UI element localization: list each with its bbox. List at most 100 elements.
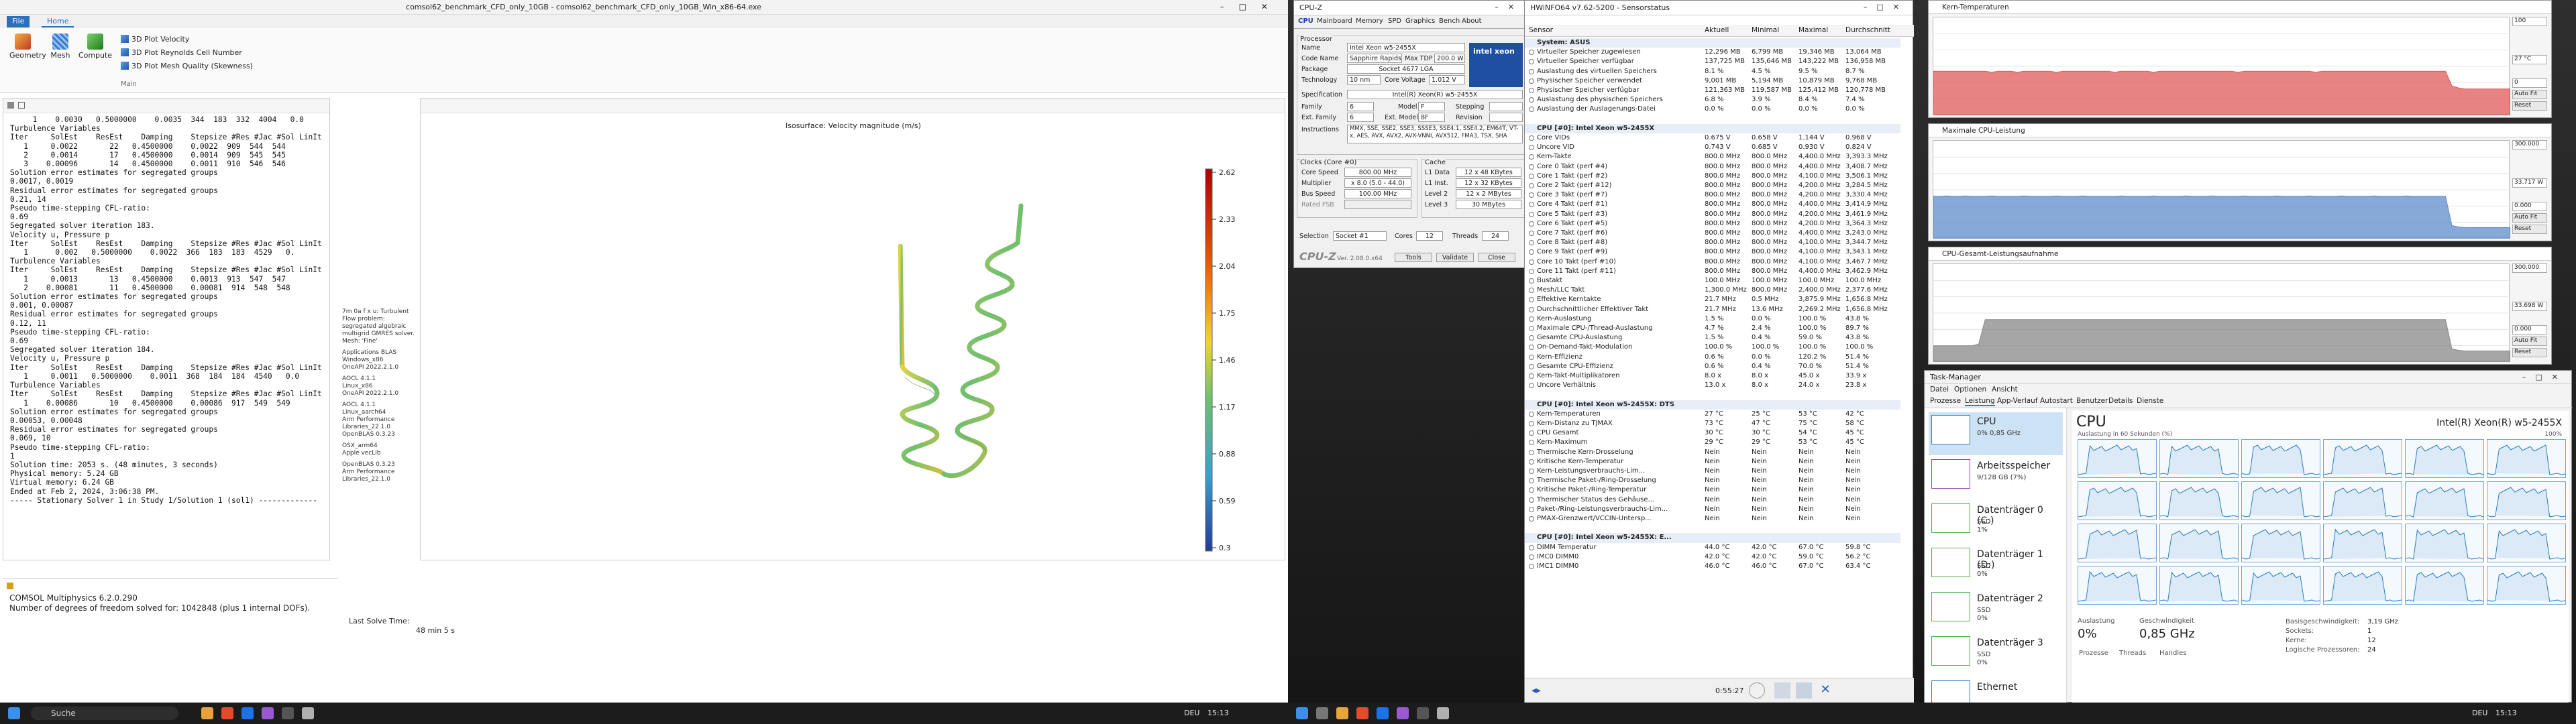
sensor-row[interactable]: Core 7 Takt (perf #6) 800.0 MHz 800.0 MHz 4… xyxy=(1525,229,1900,238)
resource-item[interactable]: Datenträger 0 (C:) SSD 1% xyxy=(1929,501,2063,544)
sensor-row[interactable]: Core VIDs 0.675 V 0.658 V 1.144 V 0.968 V xyxy=(1525,133,1900,143)
menu-options[interactable]: Optionen xyxy=(1954,385,1986,394)
col-max[interactable]: Maximal xyxy=(1799,26,1828,34)
sensor-row[interactable]: Kritische Paket-/Ring-Temperatur Nein Nein… xyxy=(1525,485,1900,495)
sensor-row[interactable]: Durchschnittlicher Effektiver Takt 21.7 M… xyxy=(1525,305,1900,314)
tab-memory[interactable]: Memory xyxy=(1356,17,1383,25)
sensor-row[interactable]: Virtueller Speicher verfügbar 137,725 MB 1… xyxy=(1525,57,1900,66)
sensor-row[interactable]: Kern-Leistungsverbrauchs-Lim... Nein Nein N… xyxy=(1525,467,1900,476)
socket-select[interactable]: Socket #1 xyxy=(1333,231,1387,241)
sensor-row[interactable]: Auslastung des virtuellen Speichers 8.1 %… xyxy=(1525,67,1900,76)
resource-item[interactable]: Arbeitsspeicher 9/128 GB (7%) xyxy=(1929,457,2063,499)
plot-mesh-quality-item[interactable]: 3D Plot Mesh Quality (Skewness) xyxy=(121,62,253,72)
auto-fit-button[interactable]: Auto Fit xyxy=(2512,213,2547,223)
sensor-row[interactable]: Core 10 Takt (perf #10) 800.0 MHz 800.0 MH… xyxy=(1525,257,1900,267)
sensor-row[interactable]: Core 2 Takt (perf #12) 800.0 MHz 800.0 MHz… xyxy=(1525,181,1900,190)
col-sensor[interactable]: Sensor xyxy=(1529,26,1553,34)
app-icon[interactable] xyxy=(1356,707,1368,719)
sensor-row[interactable]: CPU Gesamt 30 °C 30 °C 54 °C 45 °C xyxy=(1525,428,1900,438)
clear-log-icon[interactable] xyxy=(7,102,14,109)
geometry-button[interactable]: Geometry xyxy=(9,34,46,60)
col-avg[interactable]: Durchschnitt xyxy=(1845,26,1890,34)
app-icon[interactable] xyxy=(1417,707,1429,719)
windows-start-icon[interactable] xyxy=(1296,707,1308,719)
sensor-row[interactable]: Core 4 Takt (perf #1) 800.0 MHz 800.0 MHz 4… xyxy=(1525,200,1900,209)
reset-button[interactable]: Reset xyxy=(2512,225,2547,234)
tab-home[interactable]: Home xyxy=(42,16,74,27)
sensor-row[interactable]: Uncore VID 0.743 V 0.685 V 0.930 V 0.824 V xyxy=(1525,143,1900,152)
sensor-row[interactable]: Thermischer Status des Gehäuse... Nein Nei… xyxy=(1525,495,1900,505)
app-icon[interactable] xyxy=(282,707,294,719)
auto-fit-button[interactable]: Auto Fit xyxy=(2512,90,2547,99)
sensor-row[interactable]: Kern-Distanz zu TJMAX 73 °C 47 °C 75 °C 58 °… xyxy=(1525,419,1900,428)
sensor-row[interactable]: Kritische Kern-Temperatur Nein Nein Nein Nei… xyxy=(1525,457,1900,467)
language-indicator[interactable]: DEU xyxy=(2472,709,2487,717)
sensor-row[interactable]: Mesh/LLC Takt 1,300.0 MHz 800.0 MHz 2,400.0… xyxy=(1525,286,1900,295)
sensor-row[interactable]: Core 1 Takt (perf #2) 800.0 MHz 800.0 MHz 4… xyxy=(1525,172,1900,181)
language-indicator[interactable]: DEU xyxy=(1184,709,1199,717)
sensor-row[interactable]: Bustakt 100.0 MHz 100.0 MHz 100.0 MHz 100.0 … xyxy=(1525,276,1900,286)
sensor-row[interactable]: Kern-Temperaturen 27 °C 25 °C 53 °C 42 °C xyxy=(1525,410,1900,419)
sensor-row[interactable]: Thermische Kern-Drosselung Nein Nein Nein Ne… xyxy=(1525,448,1900,457)
col-current[interactable]: Aktuell xyxy=(1705,26,1729,34)
window-controls[interactable]: –✕ xyxy=(1495,3,1523,11)
sensor-group-header[interactable]: CPU [#0]: Intel Xeon w5-2455X: DTS xyxy=(1525,400,1900,410)
sensor-row[interactable]: IMC1 DIMM0 46.0 °C 46.0 °C 67.0 °C 63.4 °C xyxy=(1525,562,1900,571)
sensor-row[interactable]: Physischer Speicher verwendet 9,001 MB 5,1… xyxy=(1525,76,1900,86)
sensor-row[interactable]: Auslastung der Auslagerungs-Datei 0.0 % 0.… xyxy=(1525,105,1900,114)
sensor-row[interactable]: Core 9 Takt (perf #9) 800.0 MHz 800.0 MHz 4… xyxy=(1525,247,1900,257)
tab-cpu[interactable]: CPU xyxy=(1298,17,1313,25)
search-icon[interactable] xyxy=(1316,707,1328,719)
tab-performance[interactable]: Leistung xyxy=(1965,397,1995,406)
windows-start-icon[interactable] xyxy=(8,707,20,719)
sensor-group-header[interactable]: CPU [#0]: Intel Xeon w5-2455X: E... xyxy=(1525,533,1900,543)
explorer-icon[interactable] xyxy=(1336,707,1348,719)
reset-icon[interactable] xyxy=(1796,682,1812,699)
tab-graphics[interactable]: Graphics xyxy=(1405,17,1435,25)
tab-users[interactable]: Benutzer xyxy=(2076,397,2108,405)
app-icon[interactable] xyxy=(1437,707,1449,719)
sensor-row[interactable]: Kern-Auslastung 1.5 % 0.0 % 100.0 % 43.8 % xyxy=(1525,314,1900,324)
explorer-icon[interactable] xyxy=(201,707,213,719)
isosurface-plot[interactable]: 2.62 2.33 2.04 1.75 1.46 1.17 0.88 0.59 0.3 xyxy=(421,125,1286,561)
sensor-row[interactable]: On-Demand-Takt-Modulation 100.0 % 100.0 % 1… xyxy=(1525,343,1900,352)
app-icon[interactable] xyxy=(1397,707,1409,719)
app-icon[interactable] xyxy=(262,707,274,719)
sensor-row[interactable]: Physischer Speicher verfügbar 121,363 MB 1… xyxy=(1525,86,1900,95)
sensor-row[interactable]: IMC0 DIMM0 42.0 °C 42.0 °C 59.0 °C 56.2 °C xyxy=(1525,552,1900,562)
sensor-row[interactable]: Kern-Maximum 29 °C 29 °C 53 °C 45 °C xyxy=(1525,438,1900,447)
sensor-row[interactable]: PMAX-Grenzwert/VCCIN-Untersp... Nein Nein N… xyxy=(1525,514,1900,524)
app-icon[interactable] xyxy=(241,707,254,719)
close-button[interactable]: Close xyxy=(1478,253,1515,262)
reset-button[interactable]: Reset xyxy=(2512,101,2547,111)
reset-button[interactable]: Reset xyxy=(2512,348,2547,357)
clock[interactable]: 15:13 xyxy=(2496,709,2517,717)
sensor-row[interactable]: Core 6 Takt (perf #5) 800.0 MHz 800.0 MHz 4… xyxy=(1525,219,1900,229)
window-controls[interactable]: –□✕ xyxy=(1220,2,1283,11)
sensor-row[interactable]: Kern-Effizienz 0.6 % 0.0 % 120.2 % 51.4 % xyxy=(1525,353,1900,362)
sensor-row[interactable]: Auslastung des physischen Speichers 6.8 %… xyxy=(1525,95,1900,105)
menu-view[interactable]: Ansicht xyxy=(1992,385,2018,394)
tab-mainboard[interactable]: Mainboard xyxy=(1317,17,1352,25)
sensor-row[interactable]: Kern-Takte 800.0 MHz 800.0 MHz 4,400.0 MHz 3… xyxy=(1525,152,1900,162)
clock-icon[interactable] xyxy=(1749,682,1765,699)
tab-about[interactable]: About xyxy=(1462,17,1482,25)
sensor-row[interactable]: Core 0 Takt (perf #4) 800.0 MHz 800.0 MHz 4… xyxy=(1525,162,1900,172)
tab-bench[interactable]: Bench xyxy=(1439,17,1460,25)
sensor-row[interactable]: Kern-Takt-Multiplikatoren 8.0 x 8.0 x 45.0 … xyxy=(1525,371,1900,381)
sensor-row[interactable]: Thermische Paket-/Ring-Drosselung Nein Nei… xyxy=(1525,476,1900,485)
sensor-row[interactable]: Core 3 Takt (perf #7) 800.0 MHz 800.0 MHz 4… xyxy=(1525,190,1900,200)
sensor-row[interactable]: DIMM Temperatur 44.0 °C 42.0 °C 67.0 °C 59.8… xyxy=(1525,543,1900,552)
app-icon[interactable] xyxy=(1377,707,1389,719)
tab-services[interactable]: Dienste xyxy=(2137,397,2163,405)
plot-reynolds-item[interactable]: 3D Plot Reynolds Cell Number xyxy=(121,48,242,59)
tab-file[interactable]: File xyxy=(7,16,30,27)
sensor-row[interactable]: Gesamte CPU-Auslastung 1.5 % 0.4 % 59.0 % 43… xyxy=(1525,333,1900,343)
log-settings-icon[interactable] xyxy=(18,102,25,109)
sensor-row[interactable]: Maximale CPU-/Thread-Auslastung 4.7 % 2.4 … xyxy=(1525,324,1900,333)
resource-item[interactable]: CPU 0% 0,85 GHz xyxy=(1929,412,2063,455)
arrows-icon[interactable]: ◂▸ xyxy=(1532,685,1552,696)
window-controls[interactable]: –□✕ xyxy=(1864,3,1909,11)
search-box[interactable]: Suche xyxy=(31,707,178,720)
clock[interactable]: 15:13 xyxy=(1208,709,1229,717)
